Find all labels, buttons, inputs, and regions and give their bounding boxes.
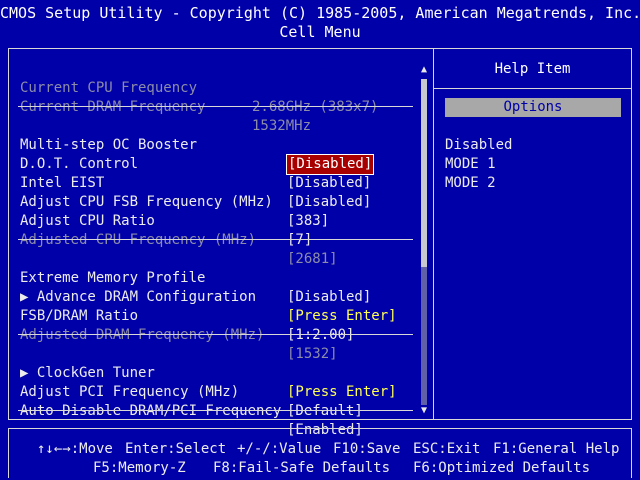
info-row-dram-frequency: Current DRAM Frequency 1532MHz: [20, 79, 420, 134]
bios-title: CMOS Setup Utility - Copyright (C) 1985-…: [0, 4, 640, 22]
section-divider: [18, 106, 413, 107]
key-hint-exit: ESC:Exit: [413, 441, 481, 457]
setting-value[interactable]: [Default]: [287, 402, 363, 421]
option-item[interactable]: Disabled: [445, 136, 512, 155]
scroll-down-arrow-icon[interactable]: ▼: [418, 405, 430, 417]
setting-label: Auto Disable DRAM/PCI Frequency: [20, 403, 282, 419]
setting-intel-eist[interactable]: Intel EIST [Disabled]: [20, 155, 420, 210]
setting-auto-disable-dram-pci[interactable]: Auto Disable DRAM/PCI Frequency [Enabled…: [20, 383, 420, 438]
section-divider: [18, 239, 413, 240]
scrollbar-thumb[interactable]: [421, 79, 427, 267]
key-hint-optimized: F6:Optimized Defaults: [413, 460, 591, 476]
submenu-advance-dram-configuration[interactable]: ▶ Advance DRAM Configuration [Press Ente…: [20, 269, 420, 324]
setting-adjusted-dram-frequency: Adjusted DRAM Frequency (MHz) [1532]: [20, 307, 420, 362]
section-divider: [18, 334, 413, 335]
key-hint-fail-safe: F8:Fail-Safe Defaults: [213, 460, 391, 476]
key-hint-select: Enter:Select: [125, 441, 227, 457]
setting-value[interactable]: [7]: [287, 231, 312, 250]
key-hint-memory-z: F5:Memory-Z: [93, 460, 186, 476]
setting-multi-step-oc-booster[interactable]: Multi-step OC Booster [Disabled]: [20, 117, 420, 175]
option-item[interactable]: MODE 2: [445, 174, 496, 193]
option-item[interactable]: MODE 1: [445, 155, 496, 174]
submenu-clockgen-tuner[interactable]: ▶ ClockGen Tuner [Press Enter]: [20, 345, 420, 400]
info-label: Current DRAM Frequency: [20, 99, 206, 115]
key-hint-general-help: F1:General Help: [493, 441, 620, 457]
setting-value[interactable]: [1:2.00]: [287, 326, 354, 345]
options-header: Options: [445, 98, 621, 117]
arrow-keys-icon: ↑↓←→: [37, 441, 71, 457]
scroll-up-arrow-icon[interactable]: ▲: [418, 64, 430, 76]
setting-cpu-ratio[interactable]: Adjust CPU Ratio [7]: [20, 193, 420, 248]
setting-extreme-memory-profile[interactable]: Extreme Memory Profile [Disabled]: [20, 250, 420, 305]
bios-screen: CMOS Setup Utility - Copyright (C) 1985-…: [0, 0, 640, 480]
info-row-cpu-frequency: Current CPU Frequency 2.68GHz (383x7): [20, 60, 420, 115]
help-title: Help Item: [494, 61, 571, 77]
key-hint-save: F10:Save: [333, 441, 401, 457]
setting-cpu-fsb-frequency[interactable]: Adjust CPU FSB Frequency (MHz) [383]: [20, 174, 420, 229]
setting-dot-control[interactable]: D.O.T. Control [Disabled]: [20, 136, 420, 191]
setting-pci-frequency[interactable]: Adjust PCI Frequency (MHz) [Default]: [20, 364, 420, 419]
setting-adjusted-cpu-frequency: Adjusted CPU Frequency (MHz) [2681]: [20, 212, 420, 267]
menu-title: Cell Menu: [279, 23, 361, 41]
setting-fsb-dram-ratio[interactable]: FSB/DRAM Ratio [1:2.00]: [20, 288, 420, 343]
setting-label: Adjusted DRAM Frequency (MHz): [20, 327, 265, 343]
info-value: 2.68GHz (383x7): [252, 99, 379, 115]
key-hint-move: ↑↓←→:Move: [37, 441, 113, 457]
setting-label: Adjusted CPU Frequency (MHz): [20, 232, 257, 248]
section-divider: [18, 410, 413, 411]
panel-divider: [433, 48, 434, 420]
key-hint-value: +/-/:Value: [237, 441, 322, 457]
help-title-divider: [434, 88, 631, 89]
